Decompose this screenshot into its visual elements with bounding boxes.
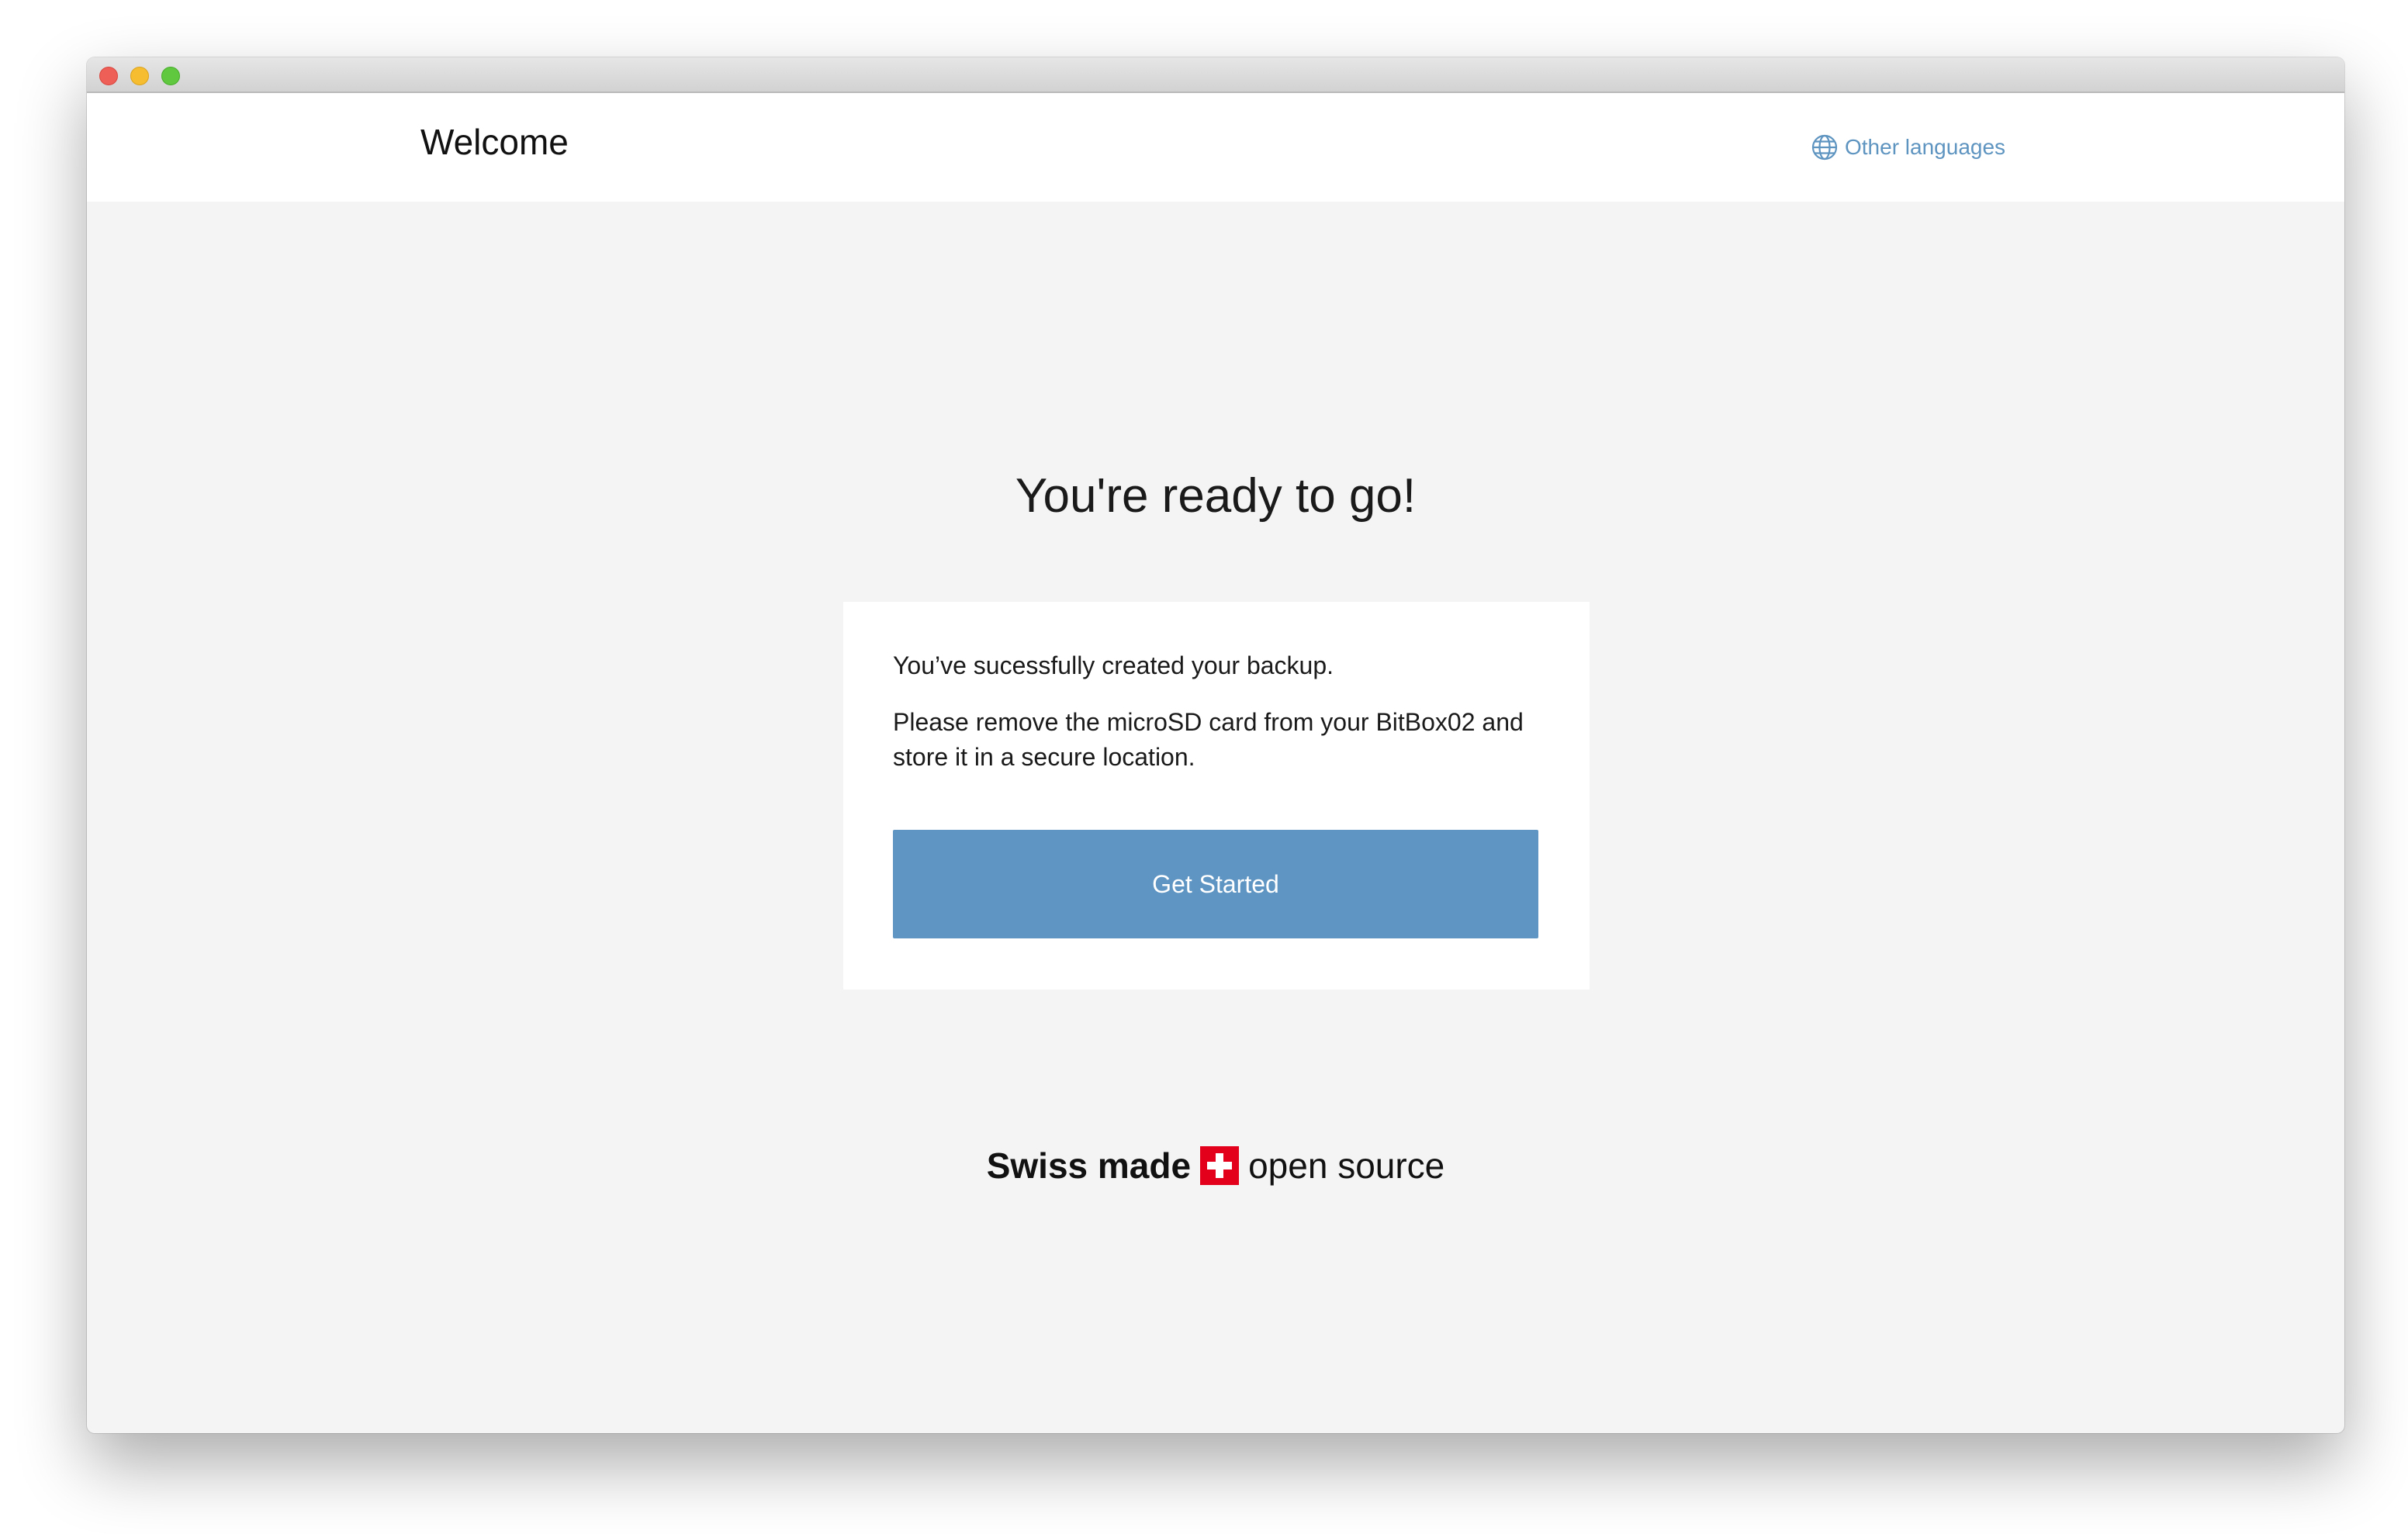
window-zoom-button[interactable] [161, 67, 180, 85]
page-title: Welcome [420, 122, 569, 162]
window-minimize-button[interactable] [130, 67, 149, 85]
other-languages-label: Other languages [1845, 135, 2006, 159]
app-window: Welcome Other languages You're ready to … [87, 57, 2344, 1433]
other-languages-link[interactable]: Other languages [1811, 133, 2005, 161]
globe-icon [1811, 133, 1839, 161]
swiss-flag-icon [1200, 1146, 1240, 1185]
page-header: Welcome Other languages [87, 93, 2344, 202]
swiss-made-text: Swiss made [986, 1145, 1192, 1186]
swiss-made-open-source-logo: Swiss made open source [87, 1145, 2344, 1187]
window-close-button[interactable] [99, 67, 118, 85]
title-bar[interactable] [87, 57, 2344, 93]
main-content: You're ready to go! You’ve sucessfully c… [87, 202, 2344, 1433]
backup-success-card: You’ve sucessfully created your backup. … [843, 602, 1590, 990]
open-source-text: open source [1248, 1145, 1445, 1186]
remove-microsd-message: Please remove the microSD card from your… [893, 707, 1524, 771]
ready-headline: You're ready to go! [1015, 469, 1417, 523]
get-started-button[interactable]: Get Started [893, 830, 1538, 938]
backup-created-message: You’ve sucessfully created your backup. [893, 651, 1334, 679]
